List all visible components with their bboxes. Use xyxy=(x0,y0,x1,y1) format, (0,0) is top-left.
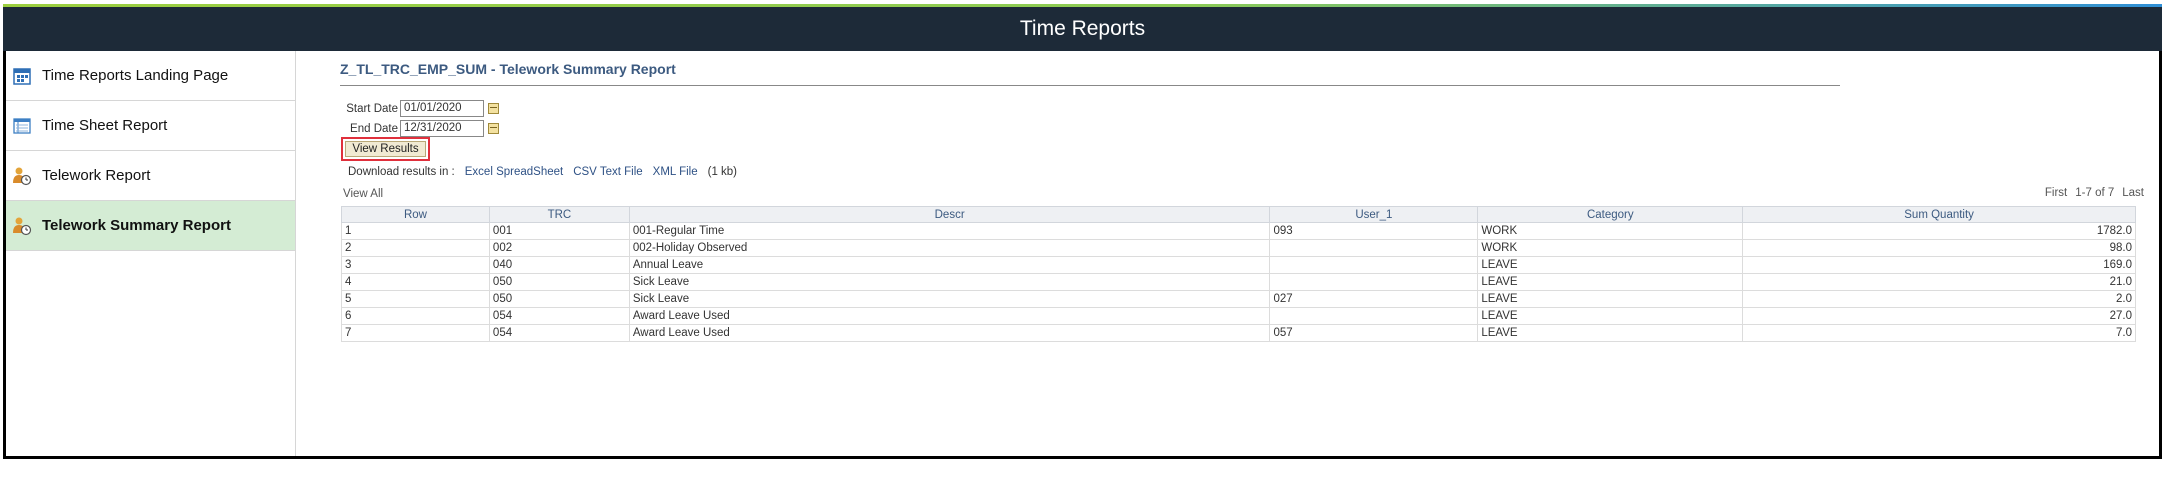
column-header-descr[interactable]: Descr xyxy=(628,206,1271,223)
table-row: 1 001 001-Regular Time 093 WORK 1782.0 xyxy=(341,222,2136,240)
cell-category: LEAVE xyxy=(1477,307,1744,325)
cell-category: WORK xyxy=(1477,239,1744,257)
cell-row: 4 xyxy=(341,273,490,291)
column-header-trc[interactable]: TRC xyxy=(488,206,630,223)
cell-row: 5 xyxy=(341,290,490,308)
download-bar: Download results in : Excel SpreadSheet … xyxy=(348,166,737,178)
page-title: Time Reports xyxy=(1019,17,1146,40)
timesheet-icon xyxy=(12,116,32,136)
cell-trc: 001 xyxy=(488,222,630,240)
cell-row: 2 xyxy=(341,239,490,257)
cell-descr: Annual Leave xyxy=(628,256,1271,274)
xml-download-link[interactable]: XML File xyxy=(653,166,698,178)
cell-sum-quantity: 27.0 xyxy=(1742,307,2136,325)
calendar-icon xyxy=(12,66,32,86)
csv-download-link[interactable]: CSV Text File xyxy=(573,166,642,178)
sidebar-item-label: Time Reports Landing Page xyxy=(42,67,229,84)
person-clock-icon xyxy=(12,216,32,236)
person-clock-icon xyxy=(12,166,32,186)
cell-trc: 054 xyxy=(488,307,630,325)
column-header-category[interactable]: Category xyxy=(1477,206,1744,223)
end-date-input[interactable]: 12/31/2020 xyxy=(400,120,484,137)
cell-category: LEAVE xyxy=(1477,256,1744,274)
app-header: Time Reports xyxy=(3,7,2162,51)
cell-category: WORK xyxy=(1477,222,1744,240)
table-row: 4 050 Sick Leave LEAVE 21.0 xyxy=(341,273,2136,291)
cell-descr: Award Leave Used xyxy=(628,324,1271,342)
cell-descr: 001-Regular Time xyxy=(628,222,1271,240)
cell-row: 7 xyxy=(341,324,490,342)
cell-category: LEAVE xyxy=(1477,273,1744,291)
cell-sum-quantity: 7.0 xyxy=(1742,324,2136,342)
results-table: Row TRC Descr User_1 Category Sum Quanti… xyxy=(341,206,2136,342)
cell-row: 1 xyxy=(341,222,490,240)
sidebar-item-label: Telework Summary Report xyxy=(42,217,231,234)
table-row: 6 054 Award Leave Used LEAVE 27.0 xyxy=(341,307,2136,325)
cell-sum-quantity: 21.0 xyxy=(1742,273,2136,291)
pager-first-link[interactable]: First xyxy=(2045,187,2067,199)
calendar-picker-icon[interactable] xyxy=(488,103,499,114)
cell-user1: 093 xyxy=(1269,222,1479,240)
view-all-link[interactable]: View All xyxy=(343,188,383,200)
sidebar-item-label: Telework Report xyxy=(42,167,151,184)
cell-category: LEAVE xyxy=(1477,290,1744,308)
cell-user1 xyxy=(1269,273,1479,291)
start-date-row: Start Date 01/01/2020 xyxy=(340,100,499,117)
cell-user1: 027 xyxy=(1269,290,1479,308)
pager-last-link[interactable]: Last xyxy=(2122,187,2144,199)
table-row: 3 040 Annual Leave LEAVE 169.0 xyxy=(341,256,2136,274)
pager-range: 1-7 of 7 xyxy=(2075,187,2115,199)
table-row: 7 054 Award Leave Used 057 LEAVE 7.0 xyxy=(341,324,2136,342)
cell-sum-quantity: 169.0 xyxy=(1742,256,2136,274)
cell-sum-quantity: 2.0 xyxy=(1742,290,2136,308)
cell-trc: 040 xyxy=(488,256,630,274)
pager: First 1-7 of 7 Last xyxy=(2045,187,2144,199)
start-date-input[interactable]: 01/01/2020 xyxy=(400,100,484,117)
sidebar-item-time-sheet-report[interactable]: Time Sheet Report xyxy=(6,101,295,151)
end-date-label: End Date xyxy=(350,122,398,135)
title-divider xyxy=(340,85,1840,86)
column-header-row[interactable]: Row xyxy=(341,206,490,223)
cell-descr: Award Leave Used xyxy=(628,307,1271,325)
report-title: Z_TL_TRC_EMP_SUM - Telework Summary Repo… xyxy=(340,61,676,77)
cell-trc: 002 xyxy=(488,239,630,257)
table-row: 5 050 Sick Leave 027 LEAVE 2.0 xyxy=(341,290,2136,308)
cell-row: 6 xyxy=(341,307,490,325)
sidebar-item-time-reports-landing[interactable]: Time Reports Landing Page xyxy=(6,51,295,101)
cell-category: LEAVE xyxy=(1477,324,1744,342)
view-results-button[interactable]: View Results xyxy=(345,141,426,157)
column-header-sum-quantity[interactable]: Sum Quantity xyxy=(1742,206,2136,223)
cell-sum-quantity: 98.0 xyxy=(1742,239,2136,257)
cell-sum-quantity: 1782.0 xyxy=(1742,222,2136,240)
end-date-row: End Date 12/31/2020 xyxy=(340,120,499,137)
calendar-picker-icon[interactable] xyxy=(488,123,499,134)
cell-user1 xyxy=(1269,256,1479,274)
sidebar-item-telework-summary-report[interactable]: Telework Summary Report xyxy=(6,201,295,251)
start-date-label: Start Date xyxy=(346,102,398,115)
sidebar-item-label: Time Sheet Report xyxy=(42,117,168,134)
sidebar: Time Reports Landing Page Time Sheet Rep… xyxy=(6,51,296,456)
cell-descr: Sick Leave xyxy=(628,290,1271,308)
cell-trc: 050 xyxy=(488,273,630,291)
table-row: 2 002 002-Holiday Observed WORK 98.0 xyxy=(341,239,2136,257)
download-label: Download results in : xyxy=(348,166,455,178)
file-size: (1 kb) xyxy=(707,166,738,178)
cell-user1 xyxy=(1269,239,1479,257)
cell-user1: 057 xyxy=(1269,324,1479,342)
cell-user1 xyxy=(1269,307,1479,325)
column-header-user1[interactable]: User_1 xyxy=(1269,206,1479,223)
cell-descr: 002-Holiday Observed xyxy=(628,239,1271,257)
view-results-highlight: View Results xyxy=(341,137,430,161)
sidebar-item-telework-report[interactable]: Telework Report xyxy=(6,151,295,201)
cell-descr: Sick Leave xyxy=(628,273,1271,291)
excel-download-link[interactable]: Excel SpreadSheet xyxy=(465,166,563,178)
table-header-row: Row TRC Descr User_1 Category Sum Quanti… xyxy=(341,206,2136,223)
cell-row: 3 xyxy=(341,256,490,274)
cell-trc: 050 xyxy=(488,290,630,308)
report-content: Z_TL_TRC_EMP_SUM - Telework Summary Repo… xyxy=(340,51,2144,451)
cell-trc: 054 xyxy=(488,324,630,342)
